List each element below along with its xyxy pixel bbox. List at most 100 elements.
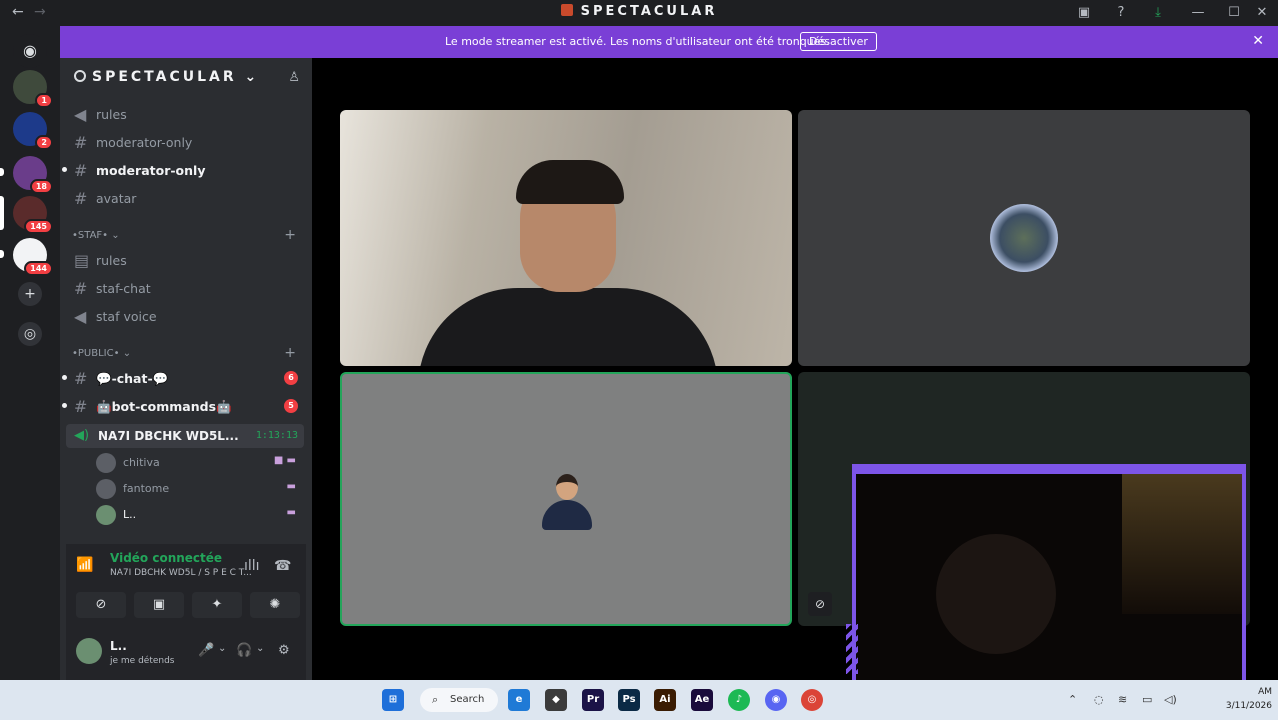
unread-pill — [0, 250, 4, 258]
channel-staf-chat[interactable]: # staf-chat — [72, 276, 304, 300]
windows-taskbar: ⊞ ⌕ Search e ◆ Pr Ps Ai Ae ♪ ◉ ◎ ⌃ ◌ ≋ ▭ … — [0, 680, 1278, 720]
add-channel-icon[interactable]: + — [284, 345, 296, 361]
channel-avatar[interactable]: # avatar — [72, 186, 304, 210]
video-tile-camera[interactable] — [340, 110, 792, 366]
channel-bot-commands[interactable]: # 🤖bot-commands🤖 5 — [62, 394, 304, 418]
channel-label: rules — [96, 253, 127, 268]
microphone-icon[interactable]: 🎤 — [198, 643, 214, 658]
chrome-icon[interactable]: ◎ — [801, 689, 823, 711]
voice-connection-panel: 📶 Vidéo connectée NA7I DBCHK WD5L / S P … — [66, 544, 306, 680]
chevron-down-icon[interactable]: ⌄ — [256, 643, 264, 654]
streamer-mode-banner: Le mode streamer est activé. Les noms d'… — [60, 26, 1278, 58]
disable-streamer-button[interactable]: Désactiver — [800, 32, 877, 51]
mention-badge: 6 — [284, 371, 298, 385]
active-voice-channel[interactable]: ◀) NA7I DBCHK WD5L... 1:13:13 — [66, 424, 304, 448]
wifi-icon[interactable]: ≋ — [1118, 693, 1127, 706]
activities-button[interactable]: ✦ — [192, 592, 242, 618]
camera-icon: ■ ▬ — [273, 455, 296, 466]
share-screen-button[interactable]: ▣ — [134, 592, 184, 618]
voice-user-name: chitiva — [123, 456, 160, 469]
channel-rules[interactable]: ◀ rules — [72, 102, 304, 126]
system-clock[interactable]: AM 3/11/2026 — [1226, 685, 1272, 713]
video-tile-speaking[interactable] — [340, 372, 792, 626]
connection-status: Vidéo connectée — [110, 551, 223, 565]
avatar[interactable] — [76, 638, 102, 664]
noise-suppression-icon[interactable]: ıllı — [244, 558, 260, 574]
channel-label: rules — [96, 107, 127, 122]
channel-label: staf-chat — [96, 281, 151, 296]
hide-video-icon[interactable]: ⊘ — [808, 592, 832, 616]
edge-icon[interactable]: e — [508, 689, 530, 711]
banner-close-icon[interactable]: ✕ — [1252, 33, 1264, 49]
video-tile-avatar[interactable] — [798, 110, 1250, 366]
davinci-icon[interactable]: ◆ — [545, 689, 567, 711]
server-badge: 144 — [24, 261, 53, 276]
voice-user[interactable]: L.. ▬ — [94, 504, 300, 526]
after-effects-icon[interactable]: Ae — [691, 689, 713, 711]
server-icon-5[interactable]: 144 — [13, 238, 53, 276]
participant-avatar — [990, 204, 1058, 272]
channel-chat[interactable]: # 💬-chat-💬 6 — [62, 366, 304, 390]
add-member-icon[interactable]: ♙ — [288, 70, 300, 85]
premiere-icon[interactable]: Pr — [582, 689, 604, 711]
unread-dot — [62, 375, 67, 380]
voice-user[interactable]: chitiva ■ ▬ — [94, 452, 300, 474]
windows-start-icon[interactable]: ⊞ — [382, 689, 404, 711]
hash-icon: # — [74, 279, 88, 298]
screen-share-icon[interactable]: ▣ — [1076, 5, 1092, 21]
banner-text: Le mode streamer est activé. Les noms d'… — [445, 35, 830, 48]
channel-label: moderator-only — [96, 135, 193, 150]
channel-sidebar: SPECTACULAR ⌄ ♙ ◀ rules # moderator-only #… — [60, 58, 312, 680]
channel-label: staf voice — [96, 309, 157, 324]
signal-icon[interactable]: 📶 — [76, 557, 93, 573]
volume-icon[interactable]: ◁) — [1164, 693, 1177, 706]
photoshop-icon[interactable]: Ps — [618, 689, 640, 711]
disconnect-icon[interactable]: ☎ — [274, 558, 291, 574]
unread-dot — [62, 403, 67, 408]
channel-moderator-only[interactable]: # moderator-only — [72, 130, 304, 154]
camera-off-button[interactable]: ⊘ — [76, 592, 126, 618]
illustrator-icon[interactable]: Ai — [654, 689, 676, 711]
guild-header[interactable]: SPECTACULAR ⌄ ♙ — [60, 58, 312, 98]
discord-icon[interactable]: ◉ — [765, 689, 787, 711]
connection-channel[interactable]: NA7I DBCHK WD5L / S P E C T... — [110, 568, 252, 578]
server-icon-4[interactable]: 145 — [13, 196, 53, 234]
network-icon[interactable]: ◌ — [1094, 693, 1104, 706]
add-server-icon[interactable]: + — [18, 282, 42, 306]
channel-staf-rules[interactable]: ▤ rules — [72, 248, 304, 272]
category-public[interactable]: •PUBLIC• ⌄ + — [72, 345, 304, 361]
clock-date: 3/11/2026 — [1225, 701, 1272, 711]
taskbar-search[interactable]: ⌕ Search — [420, 688, 498, 712]
battery-icon[interactable]: ▭ — [1142, 693, 1152, 706]
chevron-down-icon[interactable]: ⌄ — [218, 643, 226, 654]
hash-icon: # — [74, 133, 88, 152]
maximize-icon[interactable]: ☐ — [1226, 5, 1242, 21]
download-icon[interactable]: ⤓ — [1150, 5, 1166, 21]
soundboard-button[interactable]: ✺ — [250, 592, 300, 618]
announcement-icon: ◀ — [74, 105, 87, 124]
server-icon-1[interactable]: 1 — [13, 70, 53, 108]
tray-chevron-icon[interactable]: ⌃ — [1068, 693, 1077, 706]
server-badge: 18 — [29, 179, 53, 194]
voice-user-name: fantome — [123, 482, 170, 495]
server-icon-2[interactable]: 2 — [13, 112, 53, 150]
hash-icon: # — [74, 189, 88, 208]
help-icon[interactable]: ? — [1113, 5, 1129, 21]
channel-staf-voice[interactable]: ◀ staf voice — [72, 304, 304, 328]
spotify-icon[interactable]: ♪ — [728, 689, 750, 711]
voice-user-name: L.. — [123, 508, 137, 521]
channel-label: 🤖bot-commands🤖 — [96, 399, 232, 414]
explore-icon[interactable]: ◎ — [18, 322, 42, 346]
add-channel-icon[interactable]: + — [284, 227, 296, 243]
close-icon[interactable]: ✕ — [1254, 5, 1270, 21]
settings-gear-icon[interactable]: ⚙ — [278, 643, 290, 658]
participant-video — [418, 288, 718, 366]
server-icon-3[interactable]: 18 — [13, 156, 53, 194]
username[interactable]: L.. — [110, 639, 127, 653]
discord-home-icon[interactable]: ◉ — [13, 34, 47, 68]
voice-user[interactable]: fantome ▬ — [94, 478, 300, 500]
category-staf[interactable]: •STAF• ⌄ + — [72, 227, 304, 243]
channel-moderator-only-unread[interactable]: # moderator-only — [62, 158, 304, 182]
minimize-icon[interactable]: — — [1190, 5, 1206, 21]
headphones-icon[interactable]: 🎧 — [236, 643, 252, 658]
